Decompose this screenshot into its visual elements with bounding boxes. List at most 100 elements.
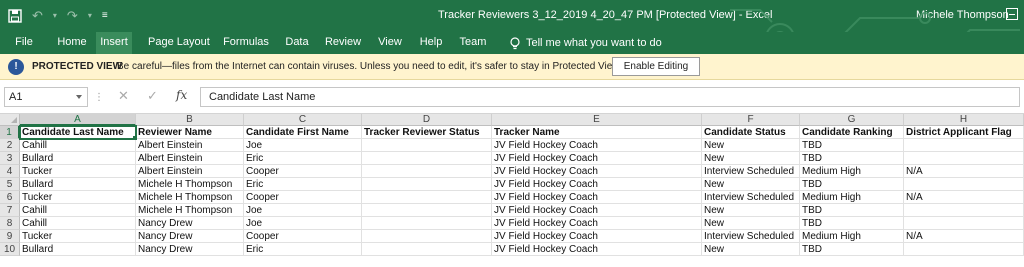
row-header-8[interactable]: 8 [0, 217, 20, 230]
table-cell[interactable]: Medium High [800, 191, 904, 204]
enter-icon[interactable]: ✓ [147, 88, 158, 104]
tell-me-search[interactable]: Tell me what you want to do [510, 32, 662, 54]
table-cell[interactable]: Nancy Drew [136, 217, 244, 230]
table-cell[interactable]: JV Field Hockey Coach [492, 243, 702, 256]
table-cell[interactable] [362, 165, 492, 178]
table-cell[interactable]: Tucker [20, 191, 136, 204]
header-cell[interactable]: Tracker Reviewer Status [362, 126, 492, 139]
table-cell[interactable]: Medium High [800, 165, 904, 178]
table-cell[interactable]: Tucker [20, 230, 136, 243]
table-cell[interactable]: New [702, 217, 800, 230]
table-cell[interactable]: JV Field Hockey Coach [492, 178, 702, 191]
table-cell[interactable]: Michele H Thompson [136, 191, 244, 204]
column-header-c[interactable]: C [244, 114, 362, 126]
table-cell[interactable]: TBD [800, 139, 904, 152]
tab-page-layout[interactable]: Page Layout [148, 32, 210, 54]
table-cell[interactable]: Albert Einstein [136, 152, 244, 165]
save-icon[interactable] [8, 9, 22, 23]
table-cell[interactable]: Cooper [244, 191, 362, 204]
table-cell[interactable]: Eric [244, 152, 362, 165]
column-header-b[interactable]: B [136, 114, 244, 126]
table-cell[interactable]: Interview Scheduled [702, 191, 800, 204]
row-header-10[interactable]: 10 [0, 243, 20, 256]
column-header-g[interactable]: G [800, 114, 904, 126]
column-header-h[interactable]: H [904, 114, 1024, 126]
column-header-e[interactable]: E [492, 114, 702, 126]
table-cell[interactable]: JV Field Hockey Coach [492, 217, 702, 230]
table-cell[interactable]: TBD [800, 204, 904, 217]
table-cell[interactable]: Cahill [20, 204, 136, 217]
table-cell[interactable]: Interview Scheduled [702, 165, 800, 178]
header-cell[interactable]: Candidate Status [702, 126, 800, 139]
table-cell[interactable] [904, 139, 1024, 152]
table-cell[interactable] [904, 152, 1024, 165]
table-cell[interactable] [362, 152, 492, 165]
table-cell[interactable]: JV Field Hockey Coach [492, 152, 702, 165]
table-cell[interactable]: TBD [800, 152, 904, 165]
table-cell[interactable] [362, 204, 492, 217]
table-cell[interactable]: Bullard [20, 152, 136, 165]
table-cell[interactable] [362, 139, 492, 152]
table-cell[interactable] [904, 178, 1024, 191]
table-cell[interactable]: JV Field Hockey Coach [492, 139, 702, 152]
row-header-3[interactable]: 3 [0, 152, 20, 165]
table-cell[interactable]: Michele H Thompson [136, 204, 244, 217]
row-header-7[interactable]: 7 [0, 204, 20, 217]
table-cell[interactable]: New [702, 243, 800, 256]
row-header-5[interactable]: 5 [0, 178, 20, 191]
redo-icon[interactable]: ↷ [67, 6, 78, 26]
table-cell[interactable]: Cahill [20, 217, 136, 230]
table-cell[interactable]: Cahill [20, 139, 136, 152]
table-cell[interactable]: New [702, 139, 800, 152]
tab-formulas[interactable]: Formulas [222, 32, 270, 54]
table-cell[interactable]: Interview Scheduled [702, 230, 800, 243]
table-cell[interactable] [904, 243, 1024, 256]
table-cell[interactable]: New [702, 204, 800, 217]
table-cell[interactable] [362, 243, 492, 256]
table-cell[interactable]: Eric [244, 243, 362, 256]
table-cell[interactable]: Tucker [20, 165, 136, 178]
redo-dropdown-icon[interactable]: ▾ [88, 6, 92, 26]
table-cell[interactable] [362, 191, 492, 204]
tab-review[interactable]: Review [324, 32, 362, 54]
header-cell[interactable]: Reviewer Name [136, 126, 244, 139]
table-cell[interactable]: TBD [800, 243, 904, 256]
table-cell[interactable]: Cooper [244, 230, 362, 243]
table-cell[interactable]: Nancy Drew [136, 230, 244, 243]
table-cell[interactable]: Albert Einstein [136, 139, 244, 152]
formula-bar-grip-icon[interactable]: ⋮ [94, 92, 104, 103]
table-cell[interactable] [904, 204, 1024, 217]
table-cell[interactable]: Medium High [800, 230, 904, 243]
tab-data[interactable]: Data [284, 32, 310, 54]
table-cell[interactable]: New [702, 178, 800, 191]
tab-home[interactable]: Home [56, 32, 88, 54]
ribbon-display-options-icon[interactable] [1006, 8, 1018, 20]
tab-file[interactable]: File [14, 32, 34, 54]
tab-help[interactable]: Help [418, 32, 444, 54]
header-cell[interactable]: District Applicant Flag [904, 126, 1024, 139]
column-header-d[interactable]: D [362, 114, 492, 126]
table-cell[interactable]: New [702, 152, 800, 165]
insert-function-icon[interactable]: fx [176, 88, 187, 102]
table-cell[interactable]: Cooper [244, 165, 362, 178]
table-cell[interactable]: N/A [904, 230, 1024, 243]
table-cell[interactable]: TBD [800, 178, 904, 191]
undo-icon[interactable]: ↶ [32, 6, 43, 26]
cancel-icon[interactable]: ✕ [118, 88, 129, 104]
select-all-button[interactable] [0, 114, 20, 126]
header-cell[interactable]: Candidate Ranking [800, 126, 904, 139]
table-cell[interactable]: N/A [904, 191, 1024, 204]
worksheet-grid[interactable]: A B C D E F G H 1 Candidate Last Name Reviewer Nam… [0, 114, 1024, 267]
tab-team[interactable]: Team [458, 32, 488, 54]
table-cell[interactable] [362, 217, 492, 230]
table-cell[interactable] [362, 230, 492, 243]
undo-dropdown-icon[interactable]: ▾ [53, 6, 57, 26]
row-header-4[interactable]: 4 [0, 165, 20, 178]
column-header-f[interactable]: F [702, 114, 800, 126]
table-cell[interactable]: JV Field Hockey Coach [492, 191, 702, 204]
table-cell[interactable]: TBD [800, 217, 904, 230]
table-cell[interactable]: JV Field Hockey Coach [492, 204, 702, 217]
table-cell[interactable]: Albert Einstein [136, 165, 244, 178]
chevron-down-icon[interactable] [76, 95, 82, 99]
tab-insert[interactable]: Insert [96, 32, 132, 54]
